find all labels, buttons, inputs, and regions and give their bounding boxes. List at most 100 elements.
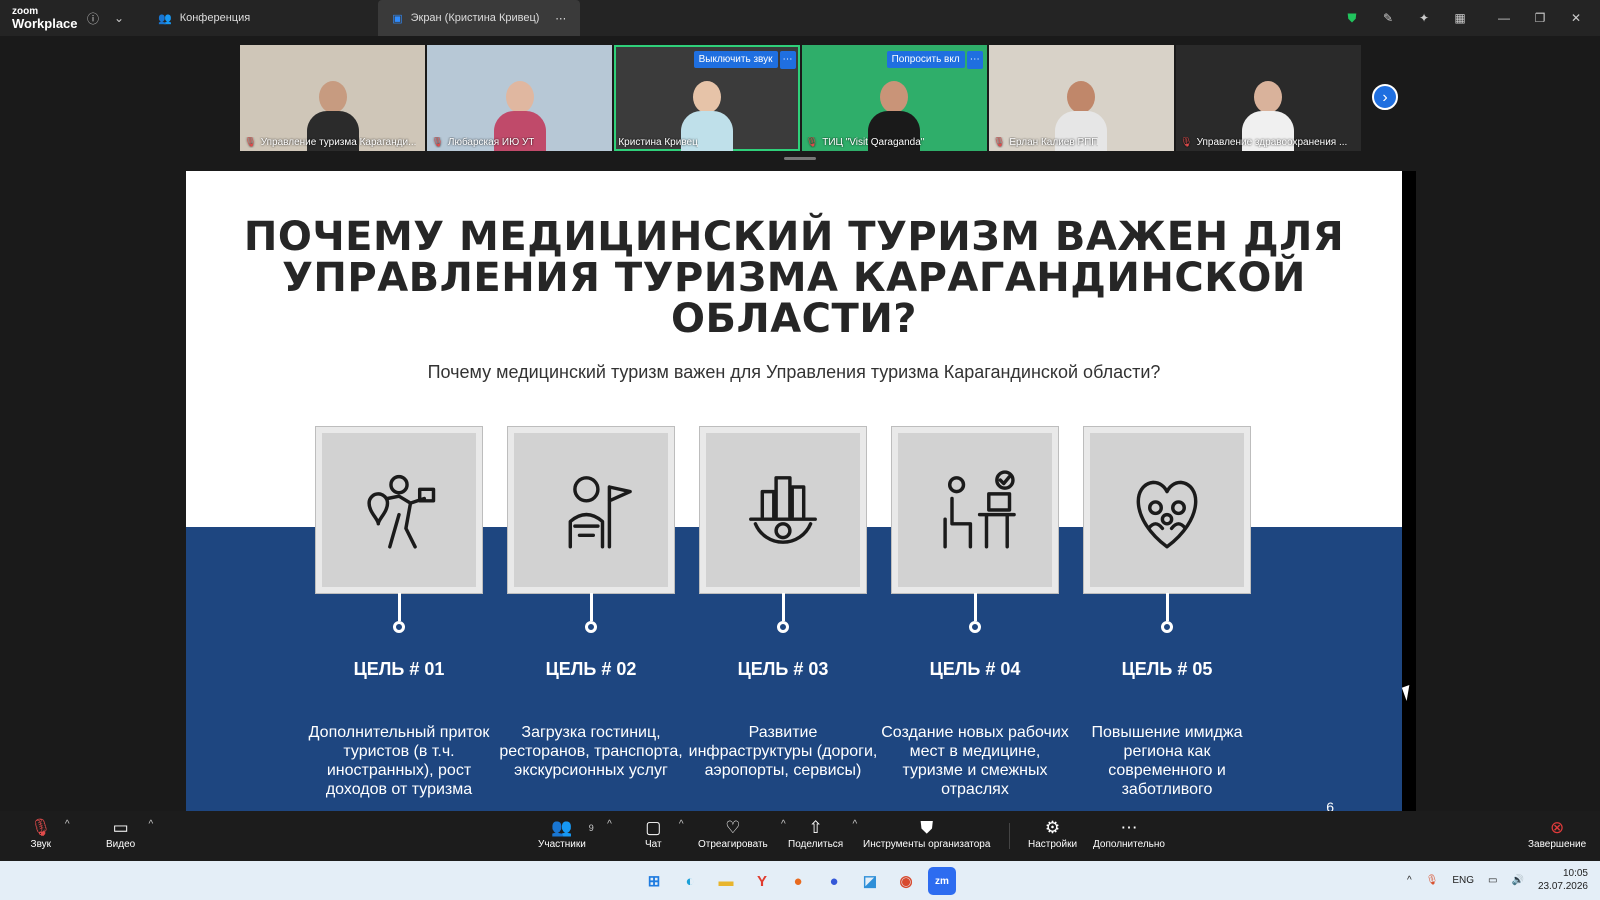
host-tools-button[interactable]: ⛊ Инструменты организатора (863, 817, 990, 850)
file-explorer-icon[interactable]: ▬ (712, 867, 740, 895)
audio-options-caret[interactable]: ^ (65, 819, 70, 830)
shield-icon[interactable]: ⛊ (1338, 5, 1366, 31)
participant-video-tile[interactable]: 🎙 Ерлан Калиев РПП (988, 45, 1174, 151)
participants-button[interactable]: 👥 9 Участники ^ (538, 817, 612, 850)
goal-connector (781, 593, 785, 621)
goal-card: ЦЕЛЬ # 01 Дополнительный приток туристов … (309, 427, 489, 798)
shared-screen-slide: ПОЧЕМУ МЕДИЦИНСКИЙ ТУРИЗМ ВАЖЕН ДЛЯ УПРА… (186, 171, 1402, 811)
info-icon[interactable]: ⓘ (80, 5, 106, 31)
react-caret[interactable]: ^ (781, 819, 786, 830)
participant-action-button[interactable]: Попросить вкл (886, 51, 965, 68)
mic-muted-icon: 🎙 (805, 137, 819, 148)
people-icon: 👥 (158, 12, 172, 25)
goal-icon-box (700, 427, 866, 593)
messenger-icon[interactable]: ● (820, 867, 848, 895)
volume-icon[interactable]: 🔊 (1511, 875, 1523, 886)
share-caret[interactable]: ^ (853, 819, 858, 830)
view-layout-icon[interactable]: ▦ (1446, 5, 1474, 31)
share-button[interactable]: ⇧ Поделиться ^ (788, 817, 857, 850)
goal-icon-box (1084, 427, 1250, 593)
chat-caret[interactable]: ^ (679, 819, 684, 830)
mic-muted-icon: 🎙 (992, 137, 1006, 148)
mic-muted-icon: 🎙 (1179, 137, 1193, 148)
chat-button[interactable]: ▢ Чат ^ (645, 817, 684, 850)
chrome-icon[interactable]: ◉ (892, 867, 920, 895)
goal-icon-box (892, 427, 1058, 593)
chat-icon: ▢ (645, 818, 662, 837)
more-button[interactable]: ⋯ Дополнительно (1093, 817, 1165, 850)
participants-icon: 👥 9 (551, 818, 594, 837)
slide-page-number: 6 (1326, 799, 1334, 811)
os-taskbar: ⊞ ◐ ▬ Y ● ● ◪ ◉ zm ^ 🎙 ENG ▭ 🔊 10:05 23.… (0, 861, 1600, 900)
goal-connector (973, 593, 977, 621)
react-button[interactable]: ♡ Отреагировать ^ (698, 817, 786, 850)
goal-marker (969, 621, 981, 633)
restore-icon[interactable]: ❐ (1526, 5, 1554, 31)
audio-button[interactable]: 🎙 Звук ^ (30, 817, 70, 850)
family-heart-icon (1136, 480, 1198, 549)
chevron-down-icon[interactable]: ⌄ (106, 5, 132, 31)
participant-video-tile[interactable]: 🎙 Любарская ИЮ УТ (427, 45, 613, 151)
ellipsis-icon: ⋯ (1120, 818, 1138, 837)
goal-icon-box (316, 427, 482, 593)
screen-icon: ▣ (392, 12, 403, 25)
tab-label: Конференция (179, 12, 251, 24)
goal-marker (585, 621, 597, 633)
windows-start-icon[interactable]: ⊞ (640, 867, 668, 895)
participant-video-tile[interactable]: Выключить звук ⋯ Кристина Кривец (614, 45, 800, 151)
goal-card: ЦЕЛЬ # 02 Загрузка гостиниц, ресторанов, … (499, 427, 683, 779)
participant-more-icon[interactable]: ⋯ (966, 51, 983, 69)
goal-connector (397, 593, 401, 621)
photos-icon[interactable]: ◪ (856, 867, 884, 895)
zoom-app-icon[interactable]: zm (928, 867, 956, 895)
goal-description: Дополнительный приток туристов (в т.ч. и… (308, 724, 490, 798)
participant-video-tile[interactable]: Попросить вкл ⋯ 🎙 ТИЦ "Visit Qaraganda" (801, 45, 987, 151)
goal-title: ЦЕЛЬ # 05 (1121, 659, 1213, 679)
zoom-logo: zoom Workplace (12, 5, 78, 31)
video-button[interactable]: ▭ Видео ^ (106, 817, 153, 850)
participant-video-tile[interactable]: 🎙 Управление здравоохранения ... (1175, 45, 1362, 151)
microphone-icon[interactable]: 🎙 (1426, 875, 1439, 886)
goal-marker (1161, 621, 1173, 633)
chevron-right-icon[interactable]: › (1372, 84, 1398, 110)
ai-sparkle-icon[interactable]: ✦ (1410, 5, 1438, 31)
network-icon[interactable]: ▭ (1488, 875, 1497, 886)
edge-browser-icon[interactable]: ◐ (676, 867, 704, 895)
participant-video-tile[interactable]: 🎙 Управление туризма Караганди... (240, 45, 426, 151)
mic-muted-icon: 🎙 (431, 137, 444, 148)
participant-name-label: 🎙 Ерлан Калиев РПП (992, 137, 1099, 148)
minimize-icon[interactable]: — (1490, 5, 1518, 31)
tab-screen-share[interactable]: ▣ Экран (Кристина Кривец) ⋯ (378, 0, 581, 36)
participant-action-button[interactable]: Выключить звук (693, 51, 778, 68)
annotate-icon[interactable]: ✎ (1374, 5, 1402, 31)
mic-muted-icon: 🎙 (30, 818, 52, 837)
language-indicator[interactable]: ENG (1452, 875, 1474, 886)
share-screen-icon: ⇧ (808, 818, 823, 837)
strip-resize-handle[interactable] (784, 157, 816, 160)
yandex-browser-icon[interactable]: Y (748, 867, 776, 895)
tab-meeting[interactable]: 👥 Конференция (144, 0, 264, 36)
firefox-icon[interactable]: ● (784, 867, 812, 895)
close-icon[interactable]: ✕ (1562, 5, 1590, 31)
tab-label: Экран (Кристина Кривец) (410, 12, 540, 24)
participant-more-icon[interactable]: ⋯ (779, 51, 796, 69)
tray-expand-icon[interactable]: ^ (1407, 875, 1412, 886)
slide-title: ПОЧЕМУ МЕДИЦИНСКИЙ ТУРИЗМ ВАЖЕН ДЛЯ УПРА… (243, 214, 1345, 342)
goal-title: ЦЕЛЬ # 04 (929, 659, 1021, 679)
goal-marker (777, 621, 789, 633)
video-options-caret[interactable]: ^ (149, 819, 154, 830)
goal-icon-box (508, 427, 674, 593)
system-clock[interactable]: 10:05 23.07.2026 (1538, 867, 1588, 893)
settings-button[interactable]: ⚙ Настройки (1028, 817, 1077, 850)
goal-description: Создание новых рабочих мест в медицине, … (881, 724, 1069, 798)
participant-name-label: 🎙 Управление здравоохранения ... (1179, 137, 1348, 148)
participants-caret[interactable]: ^ (607, 819, 612, 830)
end-call-icon: ⊗ (1549, 818, 1565, 837)
more-options-icon[interactable]: ⋯ (555, 12, 566, 25)
heart-icon: ♡ (725, 818, 741, 837)
meeting-toolbar: 🎙 Звук ^ ▭ Видео ^ 👥 9 Участники ^ ▢ Чат … (0, 811, 1600, 861)
goal-title: ЦЕЛЬ # 02 (545, 659, 637, 679)
participant-name-label: 🎙 Управление туризма Караганди... (244, 137, 417, 148)
end-meeting-button[interactable]: ⊗ Завершение (1528, 817, 1586, 850)
goal-description: Развитие инфраструктуры (дороги, аэропор… (688, 724, 878, 779)
